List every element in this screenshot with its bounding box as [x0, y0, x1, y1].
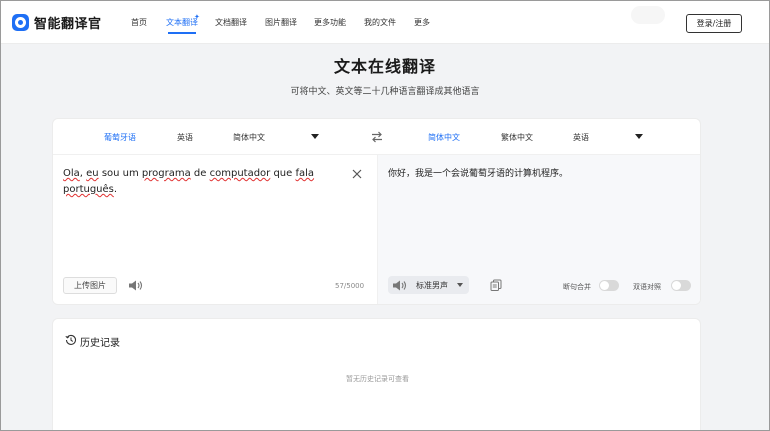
target-lang-dropdown-icon[interactable]: [635, 134, 643, 139]
source-word: português: [63, 184, 114, 195]
swap-languages-icon[interactable]: [370, 130, 384, 144]
source-lang-chinese[interactable]: 简体中文: [233, 132, 265, 143]
merge-sentences-label: 断句合并: [563, 283, 591, 291]
source-word: Ola: [63, 168, 80, 179]
top-header: 智能翻译官 首页 文本翻译 ✦ 文档翻译 图片翻译 更多功能 我的文件 更多 登…: [1, 1, 769, 44]
chevron-down-icon: [457, 283, 463, 287]
source-lang-dropdown-icon[interactable]: [311, 134, 319, 139]
translation-output: 你好，我是一个会说葡萄牙语的计算机程序。: [388, 169, 569, 179]
char-count: 57/5000: [335, 282, 365, 290]
target-lang-traditional[interactable]: 繁体中文: [501, 132, 533, 143]
source-lang-english[interactable]: 英语: [177, 132, 193, 143]
nav-more[interactable]: 更多: [414, 17, 430, 28]
source-word: computador: [209, 168, 271, 179]
source-word: fala: [295, 168, 315, 179]
nav-document-translate[interactable]: 文档翻译: [215, 17, 247, 28]
history-icon: [65, 334, 77, 345]
speaker-icon[interactable]: [392, 279, 408, 292]
close-icon[interactable]: [352, 169, 362, 179]
target-lang-chinese[interactable]: 简体中文: [428, 132, 460, 143]
page-subtitle: 可将中文、英文等二十几种语言翻译成其他语言: [290, 87, 480, 97]
history-card: 历史记录 暂无历史记录可查看: [52, 318, 701, 431]
sparkle-icon: ✦: [194, 13, 200, 21]
translator-card: 葡萄牙语 英语 简体中文 简体中文 繁体中文 英语 Ola, eu sou um…: [52, 118, 701, 305]
login-button[interactable]: 登录/注册: [686, 14, 742, 33]
page-title: 文本在线翻译: [333, 57, 436, 76]
target-lang-english[interactable]: 英语: [573, 132, 589, 143]
history-empty-message: 暂无历史记录可查看: [346, 375, 409, 383]
voice-label: 标准男声: [416, 281, 448, 290]
source-pane[interactable]: Ola, eu sou um programa de computador qu…: [53, 155, 377, 304]
bilingual-toggle[interactable]: [671, 280, 691, 291]
upload-image-button[interactable]: 上传图片: [63, 277, 117, 294]
nav-home[interactable]: 首页: [131, 17, 147, 28]
history-title: 历史记录: [80, 338, 120, 349]
brand-logo-icon: [12, 14, 29, 31]
copy-icon[interactable]: [490, 279, 502, 291]
nav-active-indicator: [168, 32, 196, 34]
source-word: que: [270, 168, 296, 179]
nav-image-translate[interactable]: 图片翻译: [265, 17, 297, 28]
source-lang-portuguese[interactable]: 葡萄牙语: [104, 132, 136, 143]
source-word: .: [113, 184, 118, 195]
source-word: de: [190, 168, 210, 179]
nav-my-files[interactable]: 我的文件: [364, 17, 396, 28]
speaker-icon[interactable]: [128, 279, 144, 292]
source-text-input[interactable]: Ola, eu sou um programa de computador qu…: [63, 166, 333, 198]
brand-name: 智能翻译官: [34, 17, 102, 32]
target-pane: 你好，我是一个会说葡萄牙语的计算机程序。 标准男声 断句合并 双语对照: [377, 155, 700, 304]
nav-more-features[interactable]: 更多功能: [314, 17, 346, 28]
voice-selector[interactable]: 标准男声: [388, 276, 469, 294]
language-bar: 葡萄牙语 英语 简体中文 简体中文 繁体中文 英语: [53, 119, 700, 155]
source-word: eu: [86, 168, 99, 179]
bilingual-label: 双语对照: [633, 283, 661, 291]
header-decoration: [631, 6, 665, 24]
source-word: programa: [141, 168, 191, 179]
source-word: sou um: [98, 168, 142, 179]
brand-logo[interactable]: 智能翻译官: [12, 13, 102, 32]
merge-sentences-toggle[interactable]: [599, 280, 619, 291]
